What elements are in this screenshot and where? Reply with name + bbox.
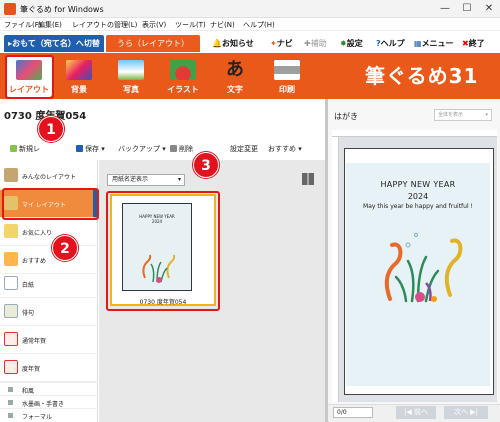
new-icon bbox=[10, 145, 17, 152]
haiku-icon bbox=[4, 304, 18, 318]
menu-file[interactable]: ファイル(F) bbox=[4, 20, 42, 30]
news-link[interactable]: 🔔お知らせ bbox=[212, 38, 254, 49]
printer-icon bbox=[274, 60, 300, 80]
assist-icon: ✚ bbox=[304, 39, 311, 48]
sidebar-item-favorites[interactable]: お気に入り bbox=[0, 218, 98, 246]
seahorse-illustration bbox=[384, 233, 463, 303]
new-year-card-icon bbox=[4, 360, 18, 374]
navi-link[interactable]: ✦ナビ bbox=[270, 38, 293, 49]
exit-link[interactable]: ✖終了 bbox=[462, 38, 485, 49]
layout-change-button[interactable]: 設定変更 bbox=[230, 144, 258, 154]
text-icon: あ bbox=[222, 60, 248, 80]
grid-view-icon[interactable] bbox=[302, 173, 314, 185]
next-page-button[interactable]: 次へ ▶| bbox=[444, 406, 488, 419]
sidebar-item-blank[interactable]: 白紙 bbox=[0, 270, 98, 298]
menu-view[interactable]: 表示(V) bbox=[142, 20, 166, 30]
save-icon bbox=[76, 145, 83, 152]
settings-link[interactable]: ✸設定 bbox=[340, 38, 363, 49]
menu-link[interactable]: ▦メニュー bbox=[414, 38, 454, 49]
sidebar-subitem-japanese[interactable]: 和風 bbox=[0, 382, 98, 395]
highlight-layout-card bbox=[106, 191, 220, 311]
gear-icon: ✸ bbox=[340, 39, 347, 48]
sidebar-item-everyone[interactable]: みんなのレイアウト bbox=[0, 162, 98, 190]
prev-page-button[interactable]: |◀ 前へ bbox=[396, 406, 436, 419]
blank-paper-icon bbox=[4, 276, 18, 290]
sidebar-subitem-formal[interactable]: フォーマル bbox=[0, 408, 98, 421]
navi-icon: ✦ bbox=[270, 39, 277, 48]
chevron-down-icon: ▾ bbox=[485, 112, 488, 118]
star-icon bbox=[4, 224, 18, 238]
menu-navi[interactable]: ナビ(N) bbox=[210, 20, 235, 30]
sort-dropdown[interactable]: 用紙名逆表示 ▾ bbox=[107, 174, 185, 186]
page-number-field[interactable]: 0/0 bbox=[333, 407, 373, 418]
app-icon bbox=[4, 3, 16, 15]
folder-icon bbox=[4, 168, 18, 182]
bell-icon: 🔔 bbox=[212, 39, 222, 48]
sidebar-item-haiku[interactable]: 俳句 bbox=[0, 298, 98, 326]
backup-button[interactable]: バックアップ ▾ bbox=[118, 144, 166, 154]
help-link[interactable]: ?ヘルプ bbox=[376, 38, 405, 49]
window-title: 筆ぐるめ for Windows bbox=[20, 5, 104, 14]
menu-layout-manage[interactable]: レイアウトの管理(L) bbox=[72, 20, 137, 30]
callout-step-2: 2 bbox=[52, 235, 78, 261]
bullet-icon bbox=[8, 400, 13, 405]
postcard-year: 2024 bbox=[407, 192, 429, 201]
recommend-button[interactable]: おすすめ ▾ bbox=[268, 144, 302, 154]
illustration-icon bbox=[170, 60, 196, 80]
chevron-down-icon: ▾ bbox=[177, 176, 181, 183]
menu-edit[interactable]: 編集(E) bbox=[38, 20, 62, 30]
ruler-horizontal bbox=[332, 130, 497, 137]
exit-icon: ✖ bbox=[462, 39, 469, 48]
bullet-icon bbox=[8, 387, 13, 392]
save-button[interactable]: 保存 ▾ bbox=[76, 144, 105, 154]
ribbon-illustration-button[interactable]: イラスト bbox=[160, 56, 206, 97]
assist-link[interactable]: ✚補助 bbox=[304, 38, 327, 49]
postcard-message: May this year be happy and fruitful ! bbox=[363, 203, 473, 210]
photo-icon bbox=[118, 60, 144, 80]
recommend-icon bbox=[4, 252, 18, 266]
brand-logo: 筆ぐるめ31 bbox=[365, 64, 479, 88]
zoom-dropdown[interactable]: 全体を表示 ▾ bbox=[434, 109, 492, 121]
minimize-button[interactable]: — bbox=[438, 3, 452, 15]
postcard-greeting: HAPPY NEW YEAR bbox=[380, 180, 456, 189]
bullet-icon bbox=[8, 413, 13, 418]
highlight-my-layout bbox=[2, 188, 99, 220]
close-button[interactable]: ✕ bbox=[482, 3, 496, 15]
callout-step-3: 3 bbox=[193, 152, 219, 178]
menu-tools[interactable]: ツール(T) bbox=[175, 20, 206, 30]
maximize-button[interactable]: ☐ bbox=[460, 3, 474, 15]
sidebar-subitem-ink[interactable]: 水墨画・手書き bbox=[0, 395, 98, 408]
sidebar-item-new-year[interactable]: 通常年賀 bbox=[0, 326, 98, 354]
background-icon bbox=[66, 60, 92, 80]
ruler-vertical bbox=[332, 137, 339, 402]
tab-address-side[interactable]: ▸おもて（宛て名）へ切替 bbox=[4, 35, 104, 52]
callout-step-1: 1 bbox=[38, 116, 64, 142]
paper-type-label: はがき bbox=[334, 112, 358, 121]
ribbon-background-button[interactable]: 背景 bbox=[56, 56, 102, 97]
ribbon-print-button[interactable]: 印刷 bbox=[264, 56, 310, 97]
new-year-card-icon bbox=[4, 332, 18, 346]
menu-help[interactable]: ヘルプ(H) bbox=[243, 20, 275, 30]
menu-icon: ▦ bbox=[414, 39, 422, 48]
tab-layout-side[interactable]: うら（レイアウト） bbox=[106, 35, 200, 52]
highlight-layout-button bbox=[5, 55, 54, 99]
trash-icon bbox=[170, 145, 177, 152]
new-layout-button[interactable]: 新規レ bbox=[10, 144, 40, 154]
sidebar-item-do-new-year[interactable]: 度年賀 bbox=[0, 354, 98, 382]
delete-button[interactable]: 削除 bbox=[170, 144, 193, 154]
ribbon-text-button[interactable]: あ 文字 bbox=[212, 56, 258, 97]
ribbon-photo-button[interactable]: 写真 bbox=[108, 56, 154, 97]
